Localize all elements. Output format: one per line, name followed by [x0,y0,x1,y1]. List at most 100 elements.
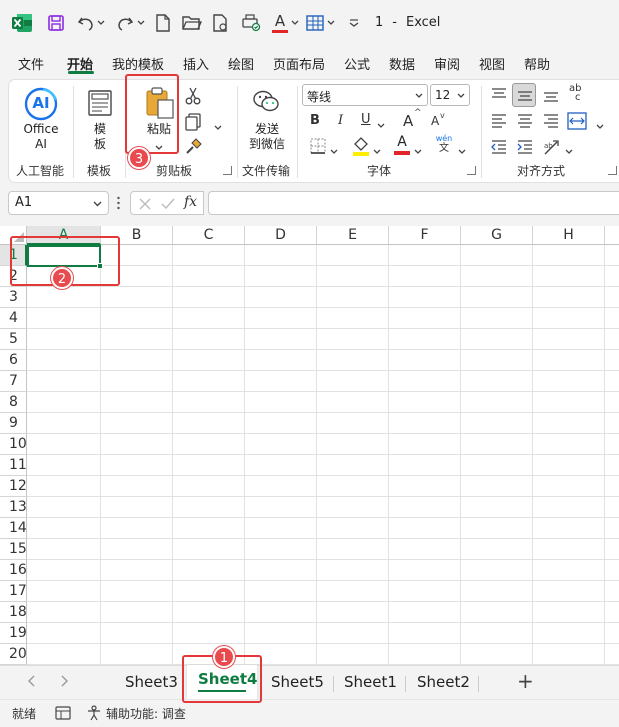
column-header-f[interactable]: F [389,226,461,245]
clipboard-launcher-icon[interactable] [223,166,232,175]
tab-review[interactable]: 审阅 [434,54,460,73]
office-ai-icon[interactable]: AI [23,86,59,122]
scroll-sheets-right-icon[interactable] [59,675,69,690]
export-pdf-icon[interactable] [210,12,232,34]
increase-indent-icon[interactable] [516,139,534,158]
phonetic-chevron-icon[interactable] [458,144,466,158]
tab-page-layout[interactable]: 页面布局 [273,54,325,73]
sheet-tab-sheet1[interactable]: Sheet1 [344,673,397,691]
tab-file[interactable]: 文件 [18,54,44,73]
column-header-d[interactable]: D [245,226,317,245]
row-header-10[interactable]: 10 [0,434,27,455]
font-color-button-chevron-icon[interactable] [414,144,422,158]
row-header-13[interactable]: 13 [0,497,27,518]
alignment-launcher-icon[interactable] [608,166,617,175]
row-header-17[interactable]: 17 [0,581,27,602]
row-header-8[interactable]: 8 [0,392,27,413]
row-header-18[interactable]: 18 [0,602,27,623]
underline-button[interactable]: U [361,112,371,127]
template-button[interactable]: 模 板 [86,122,114,152]
cut-icon[interactable] [185,87,201,108]
template-icon[interactable] [87,89,113,117]
shrink-font-button[interactable]: A [431,114,439,128]
underline-chevron-icon[interactable] [377,118,385,132]
wrap-text-button[interactable]: ab c [569,84,589,103]
row-header-16[interactable]: 16 [0,560,27,581]
orientation-chevron-icon[interactable] [565,144,573,158]
sheet-tab-sheet5[interactable]: Sheet5 [271,673,324,691]
scroll-sheets-left-icon[interactable] [27,675,37,690]
undo-dropdown-chevron-icon[interactable] [96,12,106,34]
add-sheet-button[interactable]: + [517,669,534,693]
row-header-6[interactable]: 6 [0,350,27,371]
redo-dropdown-chevron-icon[interactable] [136,12,146,34]
accessibility-status[interactable]: 辅助功能: 调查 [106,705,186,722]
row-header-19[interactable]: 19 [0,623,27,644]
cancel-icon[interactable] [138,197,152,211]
row-header-5[interactable]: 5 [0,329,27,350]
sheet-tab-sheet2[interactable]: Sheet2 [417,673,470,691]
align-top-icon[interactable] [490,87,508,106]
font-color-button[interactable]: A [393,134,411,155]
tab-data[interactable]: 数据 [389,54,415,73]
merge-center-icon[interactable] [567,112,587,133]
fill-color-chevron-icon[interactable] [373,144,381,158]
orientation-icon[interactable]: ab [543,138,563,159]
borders-chevron-icon[interactable] [326,12,336,34]
tab-draw[interactable]: 绘图 [228,54,254,73]
row-header-3[interactable]: 3 [0,287,27,308]
new-file-icon[interactable] [153,12,173,34]
borders-icon[interactable] [304,12,326,34]
bold-button[interactable]: B [310,113,320,128]
align-bottom-icon[interactable] [542,87,560,106]
undo-icon[interactable] [76,12,96,34]
cell-mode-icon[interactable] [55,706,71,720]
align-right-icon[interactable] [542,113,560,132]
row-header-20[interactable]: 20 [0,644,27,665]
enter-check-icon[interactable] [160,197,176,211]
border-chevron-icon[interactable] [330,144,338,158]
tab-view[interactable]: 视图 [479,54,505,73]
border-icon[interactable] [310,138,326,157]
row-header-4[interactable]: 4 [0,308,27,329]
row-header-14[interactable]: 14 [0,518,27,539]
office-ai-button[interactable]: Office AI [19,122,63,152]
send-to-wechat-button[interactable]: 发送 到微信 [242,122,292,152]
tab-my-templates[interactable]: 我的模板 [112,54,164,73]
name-box-chevron-icon[interactable] [93,201,102,207]
row-header-12[interactable]: 12 [0,476,27,497]
tab-help[interactable]: 帮助 [524,54,550,73]
copy-chevron-icon[interactable] [214,120,222,134]
copy-icon[interactable] [184,113,202,134]
align-middle-icon[interactable] [512,83,536,107]
tab-formulas[interactable]: 公式 [344,54,370,73]
formula-input[interactable] [208,191,619,215]
italic-button[interactable]: I [338,113,343,128]
row-header-7[interactable]: 7 [0,371,27,392]
customize-toolbar-icon[interactable] [348,12,360,34]
accessibility-icon[interactable] [86,705,102,721]
align-left-icon[interactable] [490,113,508,132]
formula-bar-grip-icon[interactable] [117,196,120,210]
column-header-partial[interactable] [605,226,619,245]
worksheet-grid[interactable]: A B C D E F G H 1 2 3 4 5 6 7 8 9 10 11 12 13 14 15 16 1… [0,226,619,665]
column-header-e[interactable]: E [317,226,389,245]
column-header-c[interactable]: C [173,226,245,245]
font-launcher-icon[interactable] [467,166,476,175]
print-preview-icon[interactable] [239,12,263,34]
phonetic-guide-button[interactable]: wén 文 [434,134,454,154]
column-header-g[interactable]: G [461,226,533,245]
save-icon[interactable] [45,12,67,34]
format-painter-icon[interactable] [184,138,202,159]
wechat-icon[interactable] [252,89,280,118]
column-header-h[interactable]: H [533,226,605,245]
align-center-icon[interactable] [516,113,534,132]
name-box[interactable]: A1 [8,191,109,215]
merge-chevron-icon[interactable] [596,119,604,133]
redo-icon[interactable] [115,12,135,34]
row-header-11[interactable]: 11 [0,455,27,476]
insert-function-button[interactable]: fx [184,194,197,210]
font-size-select[interactable]: 12 [430,84,470,106]
font-color-quick-icon[interactable]: A [270,12,290,34]
row-header-9[interactable]: 9 [0,413,27,434]
